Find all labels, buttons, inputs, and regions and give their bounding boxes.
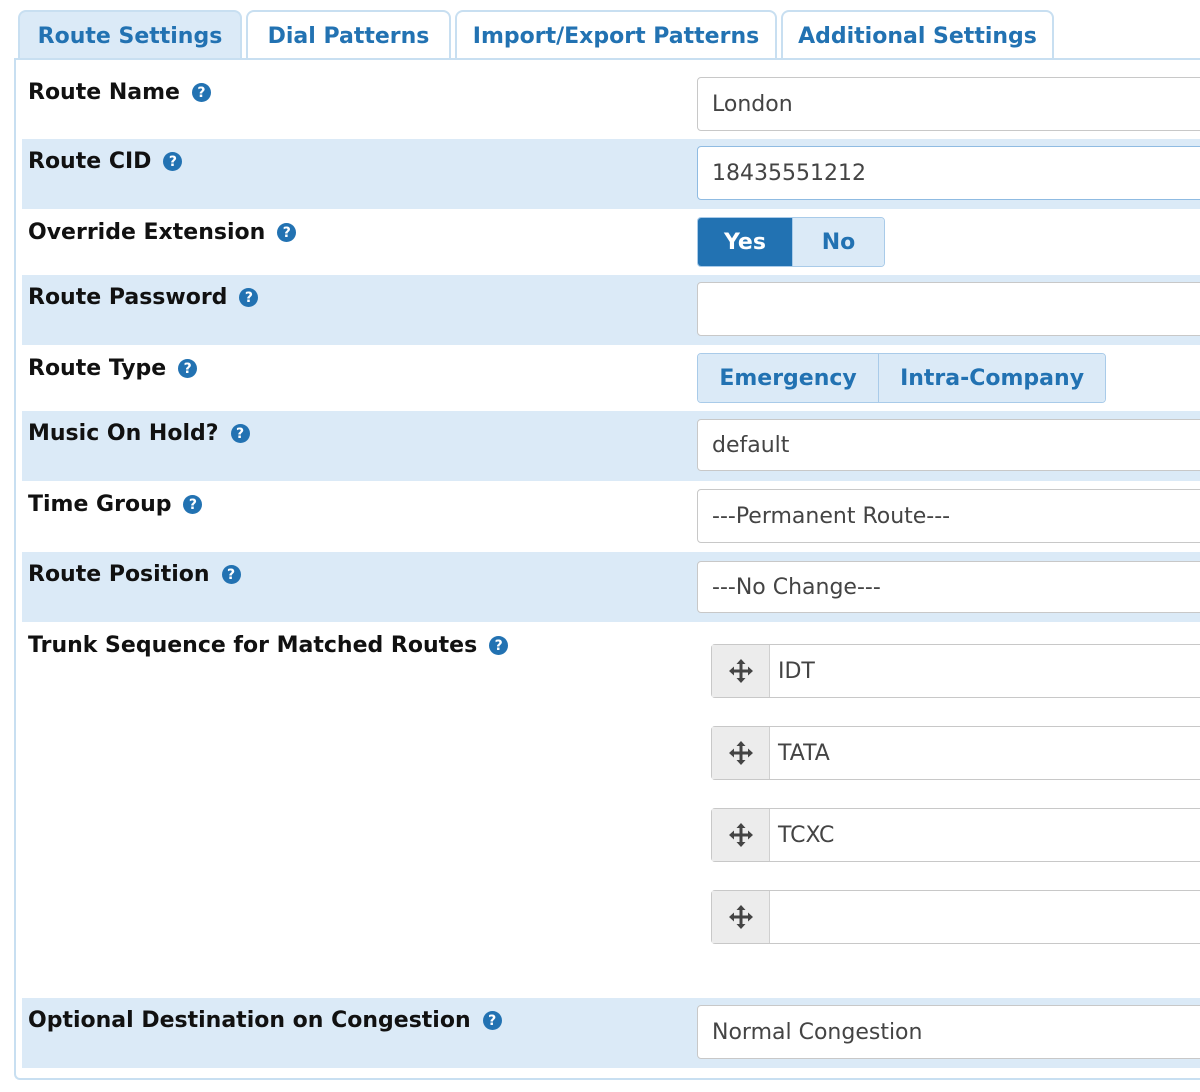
trunk-item: TATA [711, 726, 1200, 780]
route-position-label-wrap: Route Position ? [28, 562, 241, 587]
route-password-label: Route Password [28, 285, 228, 310]
music-on-hold-label-wrap: Music On Hold? ? [28, 421, 250, 446]
route-position-select[interactable]: ---No Change--- [697, 561, 1200, 613]
tab-import-export-patterns[interactable]: Import/Export Patterns [455, 10, 777, 60]
trunk-name-field[interactable]: TATA [770, 727, 830, 779]
music-on-hold-select[interactable]: default [697, 419, 1200, 471]
question-circle-icon[interactable]: ? [489, 636, 509, 655]
time-group-select[interactable]: ---Permanent Route--- [697, 489, 1200, 543]
route-cid-label: Route CID [28, 149, 152, 174]
trunk-name-field[interactable]: TCXC [770, 809, 834, 861]
tab-dial-patterns[interactable]: Dial Patterns [246, 10, 451, 60]
time-group-label: Time Group [28, 492, 172, 517]
route-password-input[interactable] [697, 282, 1200, 336]
override-yes-option[interactable]: Yes [698, 218, 793, 266]
override-no-option[interactable]: No [792, 218, 884, 266]
question-circle-icon[interactable]: ? [239, 288, 259, 307]
question-circle-icon[interactable]: ? [482, 1011, 502, 1030]
override-extension-toggle: Yes No [697, 217, 885, 267]
question-circle-icon[interactable]: ? [191, 83, 211, 102]
time-group-label-wrap: Time Group ? [28, 492, 203, 517]
congestion-label: Optional Destination on Congestion [28, 1008, 471, 1033]
congestion-label-wrap: Optional Destination on Congestion ? [28, 1008, 502, 1033]
route-name-input[interactable]: London [697, 77, 1200, 131]
congestion-destination-select[interactable]: Normal Congestion [697, 1005, 1200, 1059]
route-type-label: Route Type [28, 356, 167, 381]
route-type-emergency-option[interactable]: Emergency [698, 354, 880, 402]
route-name-label-wrap: Route Name ? [28, 80, 211, 105]
tab-additional-settings[interactable]: Additional Settings [781, 10, 1054, 60]
route-type-intra-company-option[interactable]: Intra-Company [879, 354, 1105, 402]
trunk-sequence-label: Trunk Sequence for Matched Routes [28, 633, 478, 658]
trunk-item: TCXC [711, 808, 1200, 862]
move-arrows-icon[interactable] [712, 727, 770, 779]
route-cid-input[interactable]: 18435551212 [697, 146, 1200, 200]
route-type-label-wrap: Route Type ? [28, 356, 198, 381]
question-circle-icon[interactable]: ? [178, 359, 198, 378]
move-arrows-icon[interactable] [712, 891, 770, 943]
question-circle-icon[interactable]: ? [163, 152, 183, 171]
question-circle-icon[interactable]: ? [277, 223, 297, 242]
trunk-sequence-label-wrap: Trunk Sequence for Matched Routes ? [28, 633, 509, 658]
music-on-hold-label: Music On Hold? [28, 421, 219, 446]
question-circle-icon[interactable]: ? [183, 495, 203, 514]
move-arrows-icon[interactable] [712, 809, 770, 861]
override-extension-label: Override Extension [28, 220, 266, 245]
route-type-toggle: Emergency Intra-Company [697, 353, 1106, 403]
trunk-name-field[interactable]: IDT [770, 645, 815, 697]
trunk-name-field[interactable] [770, 891, 778, 943]
trunk-item: IDT [711, 644, 1200, 698]
override-extension-row: Override Extension ? [22, 210, 1200, 274]
route-cid-label-wrap: Route CID ? [28, 149, 183, 174]
route-position-label: Route Position [28, 562, 210, 587]
question-circle-icon[interactable]: ? [221, 565, 241, 584]
override-extension-label-wrap: Override Extension ? [28, 220, 297, 245]
route-password-label-wrap: Route Password ? [28, 285, 259, 310]
move-arrows-icon[interactable] [712, 645, 770, 697]
trunk-item [711, 890, 1200, 944]
route-name-label: Route Name [28, 80, 180, 105]
tab-route-settings[interactable]: Route Settings [18, 10, 242, 60]
question-circle-icon[interactable]: ? [230, 424, 250, 443]
